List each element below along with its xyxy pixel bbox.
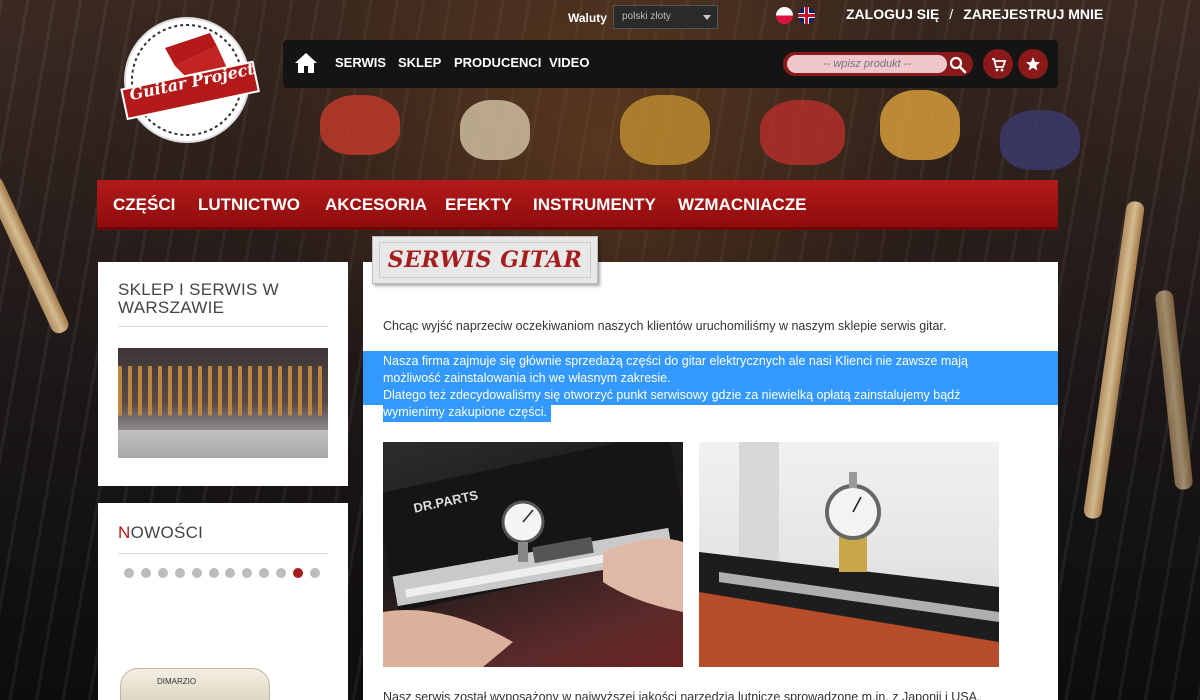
service-photo-2[interactable] (699, 442, 999, 667)
nav-serwis[interactable]: SERWIS (335, 55, 386, 70)
selected-line: Dlatego też zdecydowaliśmy się otworzyć … (383, 388, 961, 402)
divider (118, 326, 328, 327)
category-wzmacniacze[interactable]: WZMACNIACZE (678, 195, 806, 215)
bg-guitar-body (320, 95, 400, 155)
selected-line: Nasza firma zajmuje się głównie sprzedaż… (383, 354, 968, 368)
paragraph-selected[interactable]: Nasza firma zajmuje się głównie sprzedaż… (383, 353, 968, 421)
currency-select[interactable]: polski złoty (613, 5, 718, 29)
news-title: NOWOŚCI (118, 524, 203, 542)
bg-guitar-body (620, 95, 710, 165)
home-icon[interactable] (294, 52, 318, 74)
cart-icon (992, 58, 1007, 72)
news-title-rest: OWOŚCI (130, 523, 204, 542)
slider-dot[interactable] (293, 568, 303, 578)
bg-guitar-body (1000, 110, 1080, 170)
bg-guitar (1154, 289, 1194, 491)
slider-dot[interactable] (309, 568, 320, 578)
paragraph-tools: Nasz serwis został wyposażony w najwyższ… (383, 690, 981, 700)
sidebar-store-box: SKLEP I SERWIS W WARSZAWIE (98, 262, 348, 486)
flag-en-icon[interactable] (798, 7, 815, 24)
photo-illustration (383, 442, 683, 667)
selected-line: wymienimy zakupione części. (383, 405, 547, 419)
slider-dot[interactable] (191, 568, 202, 578)
slider-dot[interactable] (157, 568, 168, 578)
slider-dot[interactable] (140, 568, 151, 578)
login-link[interactable]: ZALOGUJ SIĘ (846, 6, 939, 22)
paragraph-intro: Chcąc wyjść naprzeciw oczekiwaniom naszy… (383, 319, 947, 333)
pickup-brand: DIMARZIO (157, 677, 197, 686)
slider-dot[interactable] (276, 568, 287, 578)
bg-guitar (0, 174, 72, 336)
category-menu: CZĘŚCI LUTNICTWO AKCESORIA EFEKTY INSTRU… (97, 180, 1058, 230)
page-title-ribbon: SERWIS GITAR (372, 236, 598, 284)
search-input[interactable] (787, 55, 947, 73)
bg-guitar-body (880, 90, 960, 160)
nav-video[interactable]: VIDEO (549, 55, 589, 70)
flag-pl-icon[interactable] (776, 7, 793, 24)
news-title-first-letter: N (118, 523, 131, 542)
nav-sklep[interactable]: SKLEP (398, 55, 441, 70)
slider-dot[interactable] (259, 568, 270, 578)
category-instrumenty[interactable]: INSTRUMENTY (533, 195, 656, 215)
top-navigation: SERWIS SKLEP PRODUCENCI VIDEO (283, 40, 1058, 88)
product-pickup-image[interactable]: DIMARZIO (120, 668, 270, 700)
site-logo[interactable]: Guitar Project (115, 8, 265, 153)
search-icon[interactable] (949, 56, 967, 74)
currency-label: Waluty (568, 11, 607, 25)
slider-dot[interactable] (208, 568, 219, 578)
page-title: SERWIS GITAR (387, 247, 583, 273)
bg-guitar-body (460, 100, 530, 160)
slider-dot[interactable] (174, 568, 185, 578)
currency-value: polski złoty (622, 11, 671, 22)
category-efekty[interactable]: EFEKTY (445, 195, 512, 215)
sidebar-news-box: NOWOŚCI DIMARZIO (98, 503, 348, 700)
nav-producenci[interactable]: PRODUCENCI (454, 55, 541, 70)
star-icon (1026, 57, 1040, 71)
category-czesci[interactable]: CZĘŚCI (113, 195, 175, 215)
service-photo-1[interactable]: DR.PARTS (383, 442, 683, 667)
divider (118, 553, 328, 554)
search-box (783, 52, 973, 76)
store-title-line1: SKLEP I SERWIS W (118, 280, 279, 299)
selected-line: możliwość zainstalowania ich we własnym … (383, 371, 671, 385)
slider-dot[interactable] (124, 568, 134, 578)
store-title-line2: WARSZAWIE (118, 298, 225, 317)
bg-guitar (1082, 200, 1146, 520)
category-akcesoria[interactable]: AKCESORIA (325, 195, 427, 215)
register-link[interactable]: ZAREJESTRUJ MNIE (963, 6, 1103, 22)
favorites-button[interactable] (1018, 49, 1048, 79)
photo-illustration (699, 442, 999, 667)
store-title: SKLEP I SERWIS W WARSZAWIE (118, 281, 279, 317)
slider-dot[interactable] (242, 568, 253, 578)
cart-button[interactable] (983, 49, 1013, 79)
category-lutnictwo[interactable]: LUTNICTWO (198, 195, 300, 215)
auth-links: ZALOGUJ SIĘ / ZAREJESTRUJ MNIE (846, 6, 1103, 22)
slider-dot[interactable] (225, 568, 236, 578)
auth-separator: / (949, 6, 954, 22)
bg-guitar-body (760, 100, 845, 165)
store-photo[interactable] (118, 348, 328, 458)
